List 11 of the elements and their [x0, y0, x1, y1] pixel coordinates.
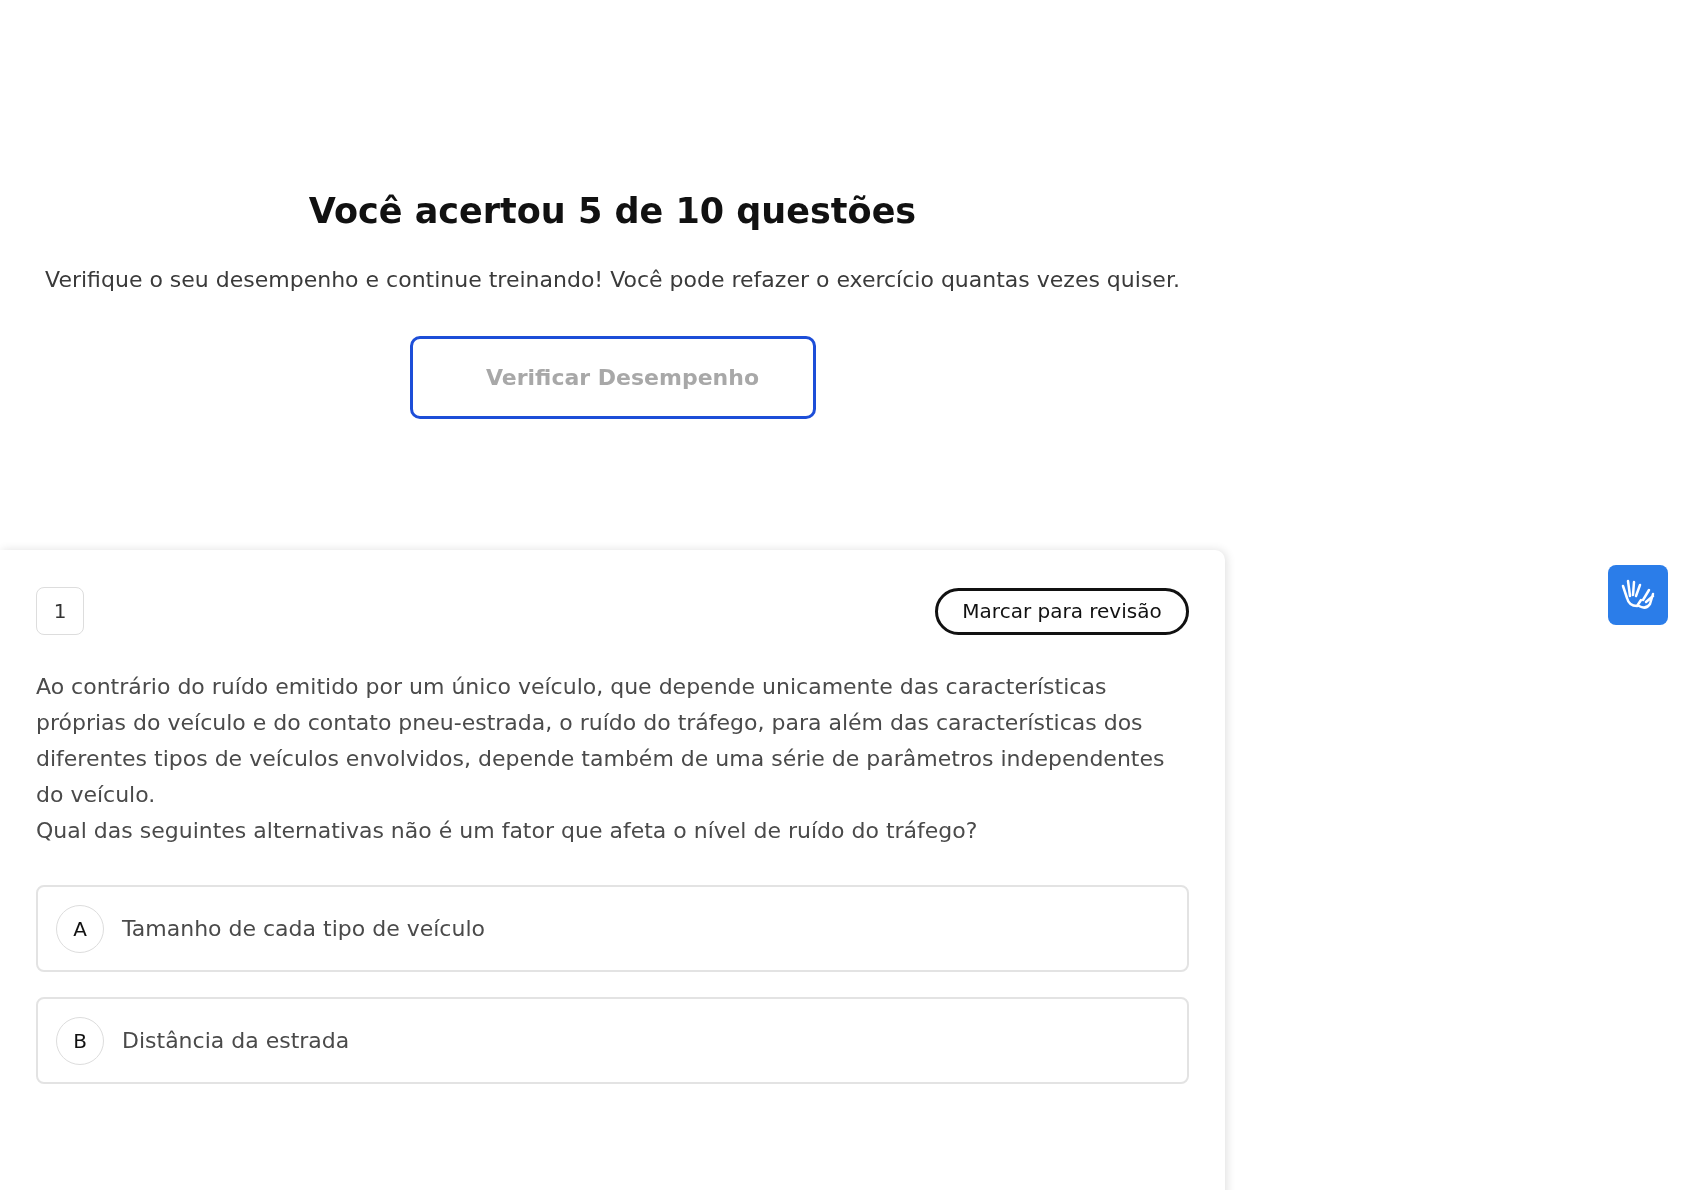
- accessibility-button[interactable]: [1608, 565, 1668, 625]
- answer-option[interactable]: A Tamanho de cada tipo de veículo: [36, 885, 1189, 972]
- result-heading: Você acertou 5 de 10 questões: [308, 190, 917, 233]
- review-button[interactable]: Marcar para revisão: [935, 587, 1189, 635]
- option-text: Tamanho de cada tipo de veículo: [122, 915, 485, 943]
- question-number: 1: [36, 587, 84, 635]
- option-text: Distância da estrada: [122, 1027, 350, 1055]
- question-text: Ao contrário do ruído emitido por um único veículo, que depende unicamente das características próprias do veículo e do contato pneu-estrada, o ruído do tráfego, para além das características dos diferentes tipos de veículos envolvidos, depende também de uma série de parâmetros independentes do veículo.: [36, 673, 1166, 809]
- answer-option[interactable]: B Distância da estrada: [36, 997, 1189, 1084]
- question-text: Qual das seguintes alternativas não é um fator que afeta o nível de ruído do tráfego?: [36, 817, 979, 845]
- result-message: Verifique o seu desempenho e continue treinando! Você pode refazer o exercício quantas vezes quiser.: [44, 266, 1181, 294]
